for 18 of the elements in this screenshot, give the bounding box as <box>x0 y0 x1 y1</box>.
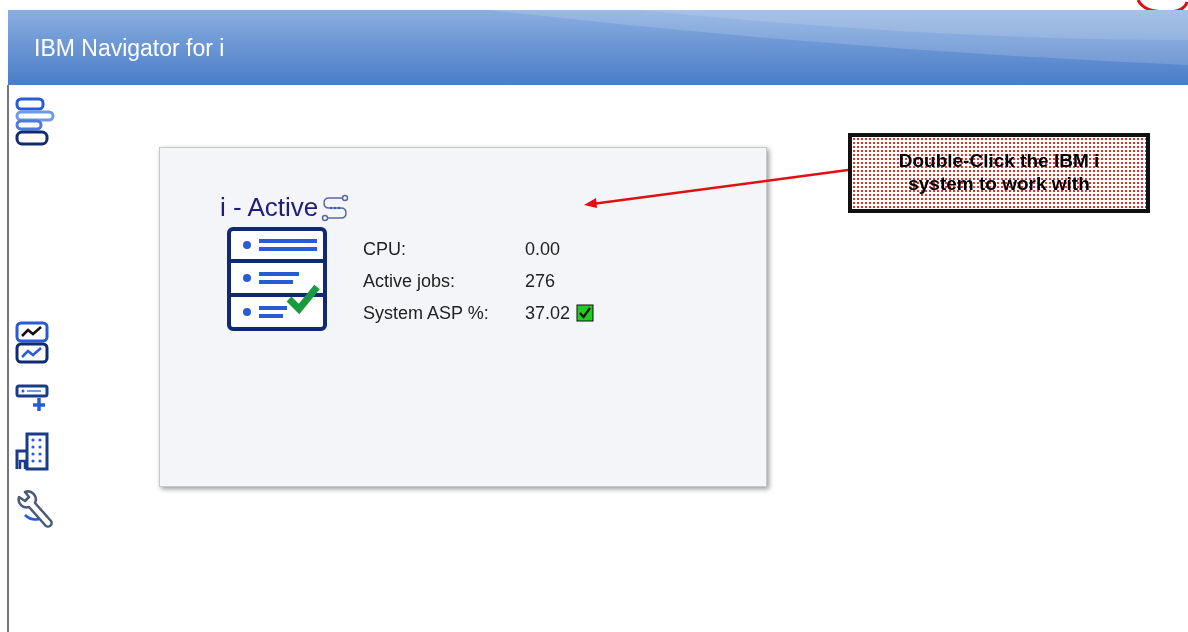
system-card[interactable]: i - Active CPU: 0.00 Active jobs: 276 System ASP %: 37.02 <box>159 147 767 487</box>
metric-label: CPU: <box>363 238 407 260</box>
metric-label: Active jobs: <box>363 270 457 292</box>
status-check-icon <box>576 304 595 322</box>
metric-value: 0.00 <box>525 238 561 260</box>
charts-icon[interactable] <box>15 321 49 365</box>
metric-value: 37.02 <box>525 302 571 324</box>
connection-icon[interactable] <box>321 193 350 222</box>
layers-icon[interactable] <box>15 97 57 147</box>
server-check-icon <box>227 227 327 331</box>
metric-label: System ASP %: <box>363 302 490 324</box>
window-title: IBM Navigator for i <box>34 35 225 62</box>
system-title: i - Active <box>220 192 319 223</box>
metric-value: 276 <box>525 270 556 292</box>
add-server-icon[interactable] <box>15 383 49 413</box>
wrench-icon[interactable] <box>15 489 55 531</box>
callout-note: Double-Click the IBM i system to work with <box>848 133 1150 213</box>
building-icon[interactable] <box>15 431 49 471</box>
